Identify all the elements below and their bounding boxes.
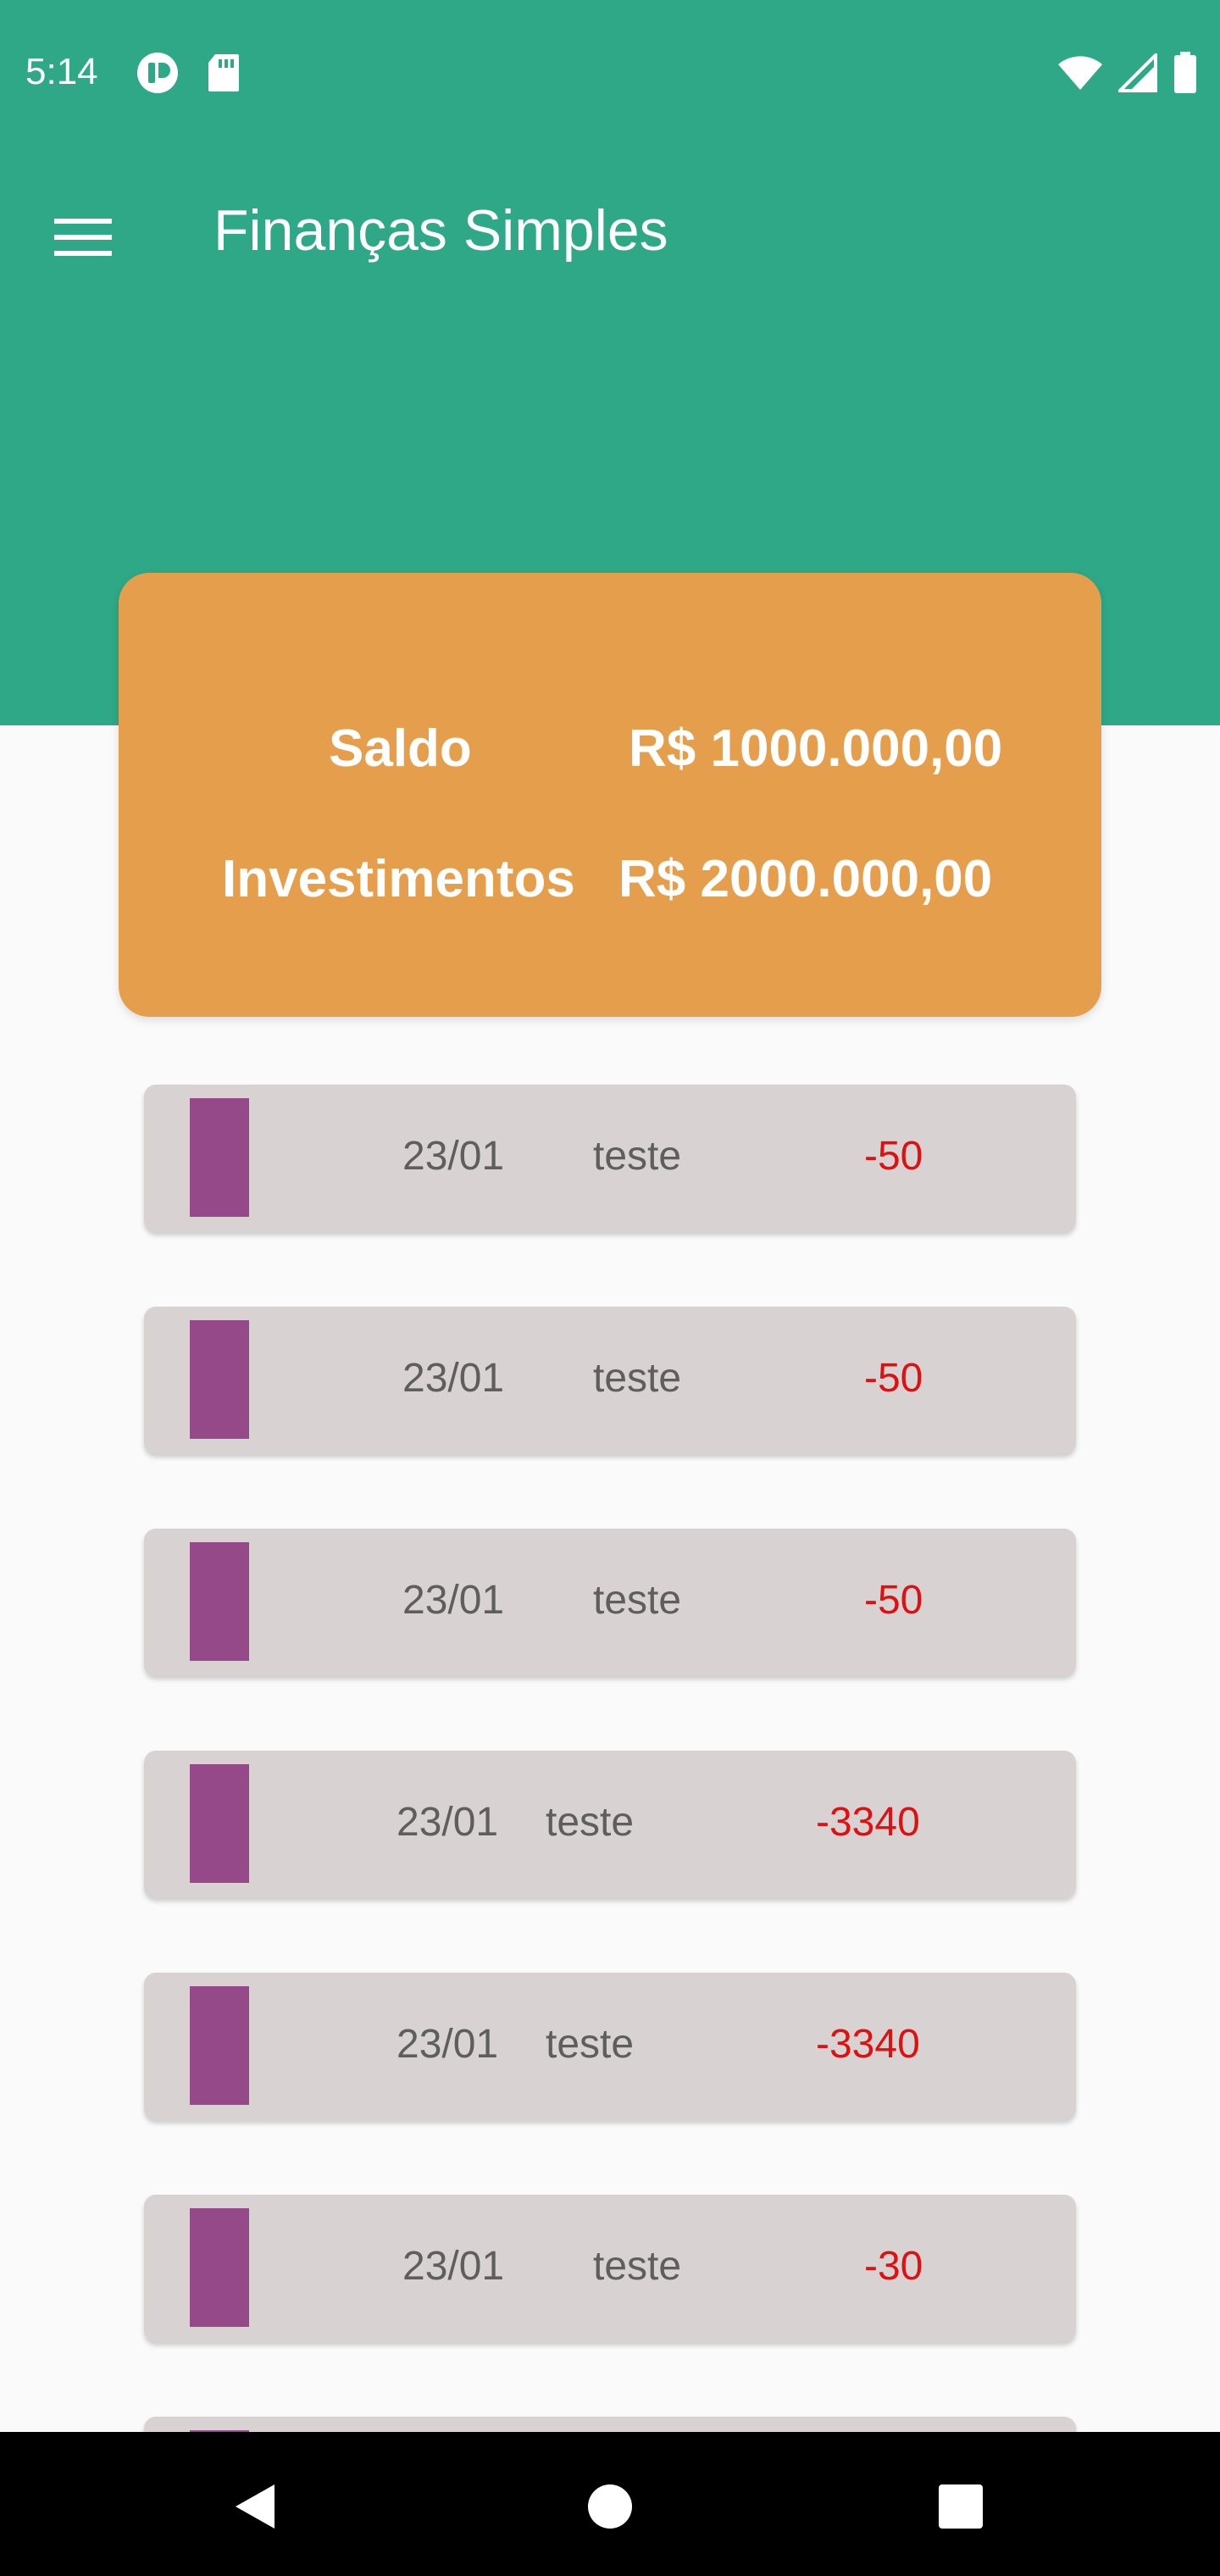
transaction-amount: -30 (864, 2244, 923, 2289)
transaction-item[interactable]: 23/01 teste -3340 (144, 1973, 1076, 2120)
wifi-icon (1058, 56, 1102, 90)
transaction-list[interactable]: 23/01 teste -50 23/01 teste -50 23/01 te… (0, 0, 1220, 2432)
transaction-item[interactable]: 23/01 teste -30 (144, 2195, 1076, 2342)
category-color-marker (190, 1986, 249, 2105)
investments-label: Investimentos (222, 850, 575, 908)
transaction-date: 23/01 (402, 1356, 505, 1401)
hamburger-menu-icon (54, 219, 112, 256)
transaction-description: teste (593, 1356, 682, 1401)
transaction-item[interactable]: 23/01 teste -50 (144, 1085, 1076, 1232)
transaction-description: teste (546, 1800, 635, 1845)
transaction-amount: -50 (864, 1356, 923, 1401)
transaction-item[interactable]: 23/01 teste -3340 (144, 1751, 1076, 1898)
back-button[interactable] (214, 2466, 295, 2547)
notification-app-icon (137, 53, 178, 93)
category-color-marker (190, 1542, 249, 1661)
transaction-description: teste (593, 1578, 682, 1623)
category-color-marker (190, 1764, 249, 1883)
back-triangle-icon (236, 2484, 274, 2529)
investments-value: R$ 2000.000,00 (618, 850, 993, 908)
app-title: Finanças Simples (214, 198, 668, 263)
transaction-item[interactable]: 23/01 teste -50 (144, 1307, 1076, 1454)
transaction-description: teste (593, 2244, 682, 2289)
transaction-amount: -3340 (816, 2022, 920, 2067)
summary-card: Saldo R$ 1000.000,00 Investimentos R$ 20… (119, 573, 1101, 1017)
recents-square-icon (939, 2484, 983, 2529)
app-screen: 23/01 teste -50 23/01 teste -50 23/01 te… (0, 0, 1220, 2576)
transaction-description: teste (546, 2022, 635, 2067)
balance-row: Saldo R$ 1000.000,00 (119, 715, 1101, 783)
transaction-item[interactable]: 23/01 teste -50 (144, 1529, 1076, 1676)
home-button[interactable] (569, 2466, 651, 2547)
category-color-marker (190, 1098, 249, 1217)
sd-card-icon (208, 54, 239, 92)
transaction-date: 23/01 (402, 1134, 505, 1179)
transaction-date: 23/01 (402, 2244, 505, 2289)
transaction-amount: -50 (864, 1578, 923, 1623)
navigation-bar (0, 2432, 1220, 2576)
investments-row: Investimentos R$ 2000.000,00 (119, 846, 1101, 913)
transaction-date: 23/01 (396, 1800, 499, 1845)
cell-signal-icon (1118, 53, 1157, 92)
menu-button[interactable] (34, 188, 132, 286)
battery-icon (1174, 52, 1196, 93)
balance-label: Saldo (329, 719, 472, 778)
category-color-marker (190, 2208, 249, 2327)
transaction-description: teste (593, 1134, 682, 1179)
status-bar: 5:14 (0, 0, 1220, 144)
recents-button[interactable] (920, 2466, 1001, 2547)
home-circle-icon (588, 2484, 632, 2529)
transaction-amount: -50 (864, 1134, 923, 1179)
status-time: 5:14 (25, 51, 98, 92)
transaction-amount: -3340 (816, 1800, 920, 1845)
transaction-date: 23/01 (396, 2022, 499, 2067)
category-color-marker (190, 1320, 249, 1439)
transaction-item-partial[interactable] (144, 2417, 1076, 2432)
status-icons (1057, 51, 1198, 95)
transaction-date: 23/01 (402, 1578, 505, 1623)
balance-value: R$ 1000.000,00 (629, 719, 1003, 778)
